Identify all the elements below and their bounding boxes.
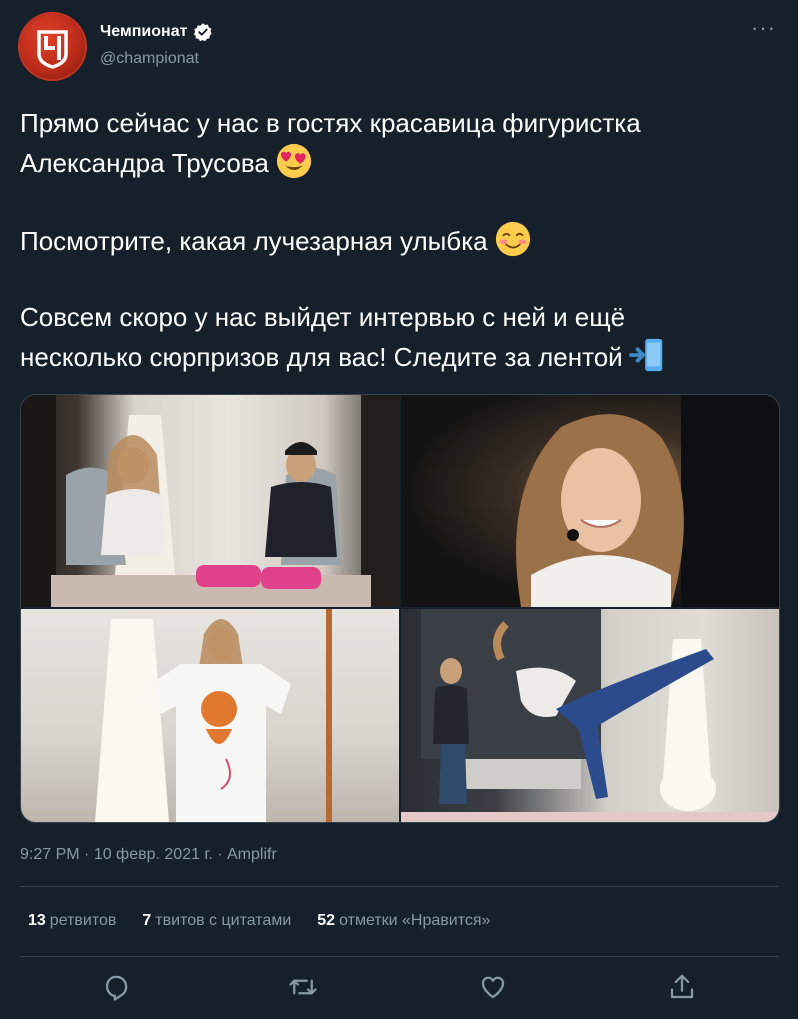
photo-2[interactable] [401, 395, 779, 607]
tweet-actions [0, 968, 798, 1008]
photo-interview-icon [21, 395, 399, 607]
quotes-stat[interactable]: 7 твитов с цитатами [142, 912, 291, 930]
photo-spiral-pose-icon [401, 609, 779, 822]
likes-label: отметки «Нравится» [339, 912, 491, 929]
name-row: Чемпионат [100, 22, 213, 42]
photo-tshirt-icon [95, 609, 332, 822]
likes-count: 52 [317, 912, 336, 929]
tweet: Чемпионат @championat ··· Прямо сейчас у… [0, 0, 798, 1019]
photo-3[interactable] [21, 609, 399, 822]
meta-separator: · [79, 846, 94, 863]
retweet-icon[interactable] [288, 972, 318, 1002]
photo-closeup-icon [516, 395, 779, 607]
handle[interactable]: @championat [100, 50, 199, 68]
tweet-line-3-text: Посмотрите, какая лучезарная улыбка [20, 226, 488, 256]
retweets-label: ретвитов [49, 912, 117, 929]
retweets-count: 13 [28, 912, 46, 929]
divider [20, 956, 778, 957]
smiling-blush-emoji-icon [495, 221, 530, 257]
tweet-line-2: Александра Трусова [20, 142, 780, 182]
verified-badge-icon [194, 23, 213, 42]
championat-logo-icon [37, 30, 68, 69]
tweet-line-5-text: несколько сюрпризов для вас! Следите за … [20, 342, 623, 372]
display-name[interactable]: Чемпионат [100, 23, 187, 41]
meta-separator: · [212, 846, 227, 863]
divider [20, 886, 778, 887]
retweets-stat[interactable]: 13 ретвитов [28, 912, 116, 930]
reply-icon[interactable] [101, 972, 131, 1002]
quotes-count: 7 [142, 912, 152, 929]
likes-stat[interactable]: 52 отметки «Нравится» [317, 912, 490, 930]
tweet-line-5: несколько сюрпризов для вас! Следите за … [20, 336, 780, 376]
photo-1[interactable] [21, 395, 399, 607]
tweet-date[interactable]: 10 февр. 2021 г. [94, 846, 213, 863]
tweet-time[interactable]: 9:27 PM [20, 846, 80, 863]
mobile-arrow-emoji-icon [628, 338, 662, 372]
like-icon[interactable] [478, 972, 508, 1002]
tweet-stats: 13 ретвитов 7 твитов с цитатами 52 отметки … [28, 912, 490, 930]
photo-4[interactable] [401, 609, 779, 822]
quotes-label: твитов с цитатами [155, 912, 292, 929]
share-icon[interactable] [667, 972, 697, 1002]
media-grid [20, 394, 780, 823]
tweet-line-2-text: Александра Трусова [20, 148, 269, 178]
tweet-line-4: Совсем скоро у нас выйдет интервью с ней… [20, 302, 626, 332]
tweet-source[interactable]: Amplifr [227, 846, 277, 863]
heart-eyes-emoji-icon [276, 143, 311, 179]
tweet-line-1: Прямо сейчас у нас в гостях красавица фи… [20, 108, 641, 138]
avatar[interactable] [20, 14, 85, 79]
tweet-meta: 9:27 PM · 10 февр. 2021 г. · Amplifr [20, 846, 277, 864]
tweet-line-3: Посмотрите, какая лучезарная улыбка [20, 220, 780, 260]
more-options-button[interactable]: ··· [751, 17, 776, 39]
tweet-text: Прямо сейчас у нас в гостях красавица фи… [20, 104, 780, 376]
